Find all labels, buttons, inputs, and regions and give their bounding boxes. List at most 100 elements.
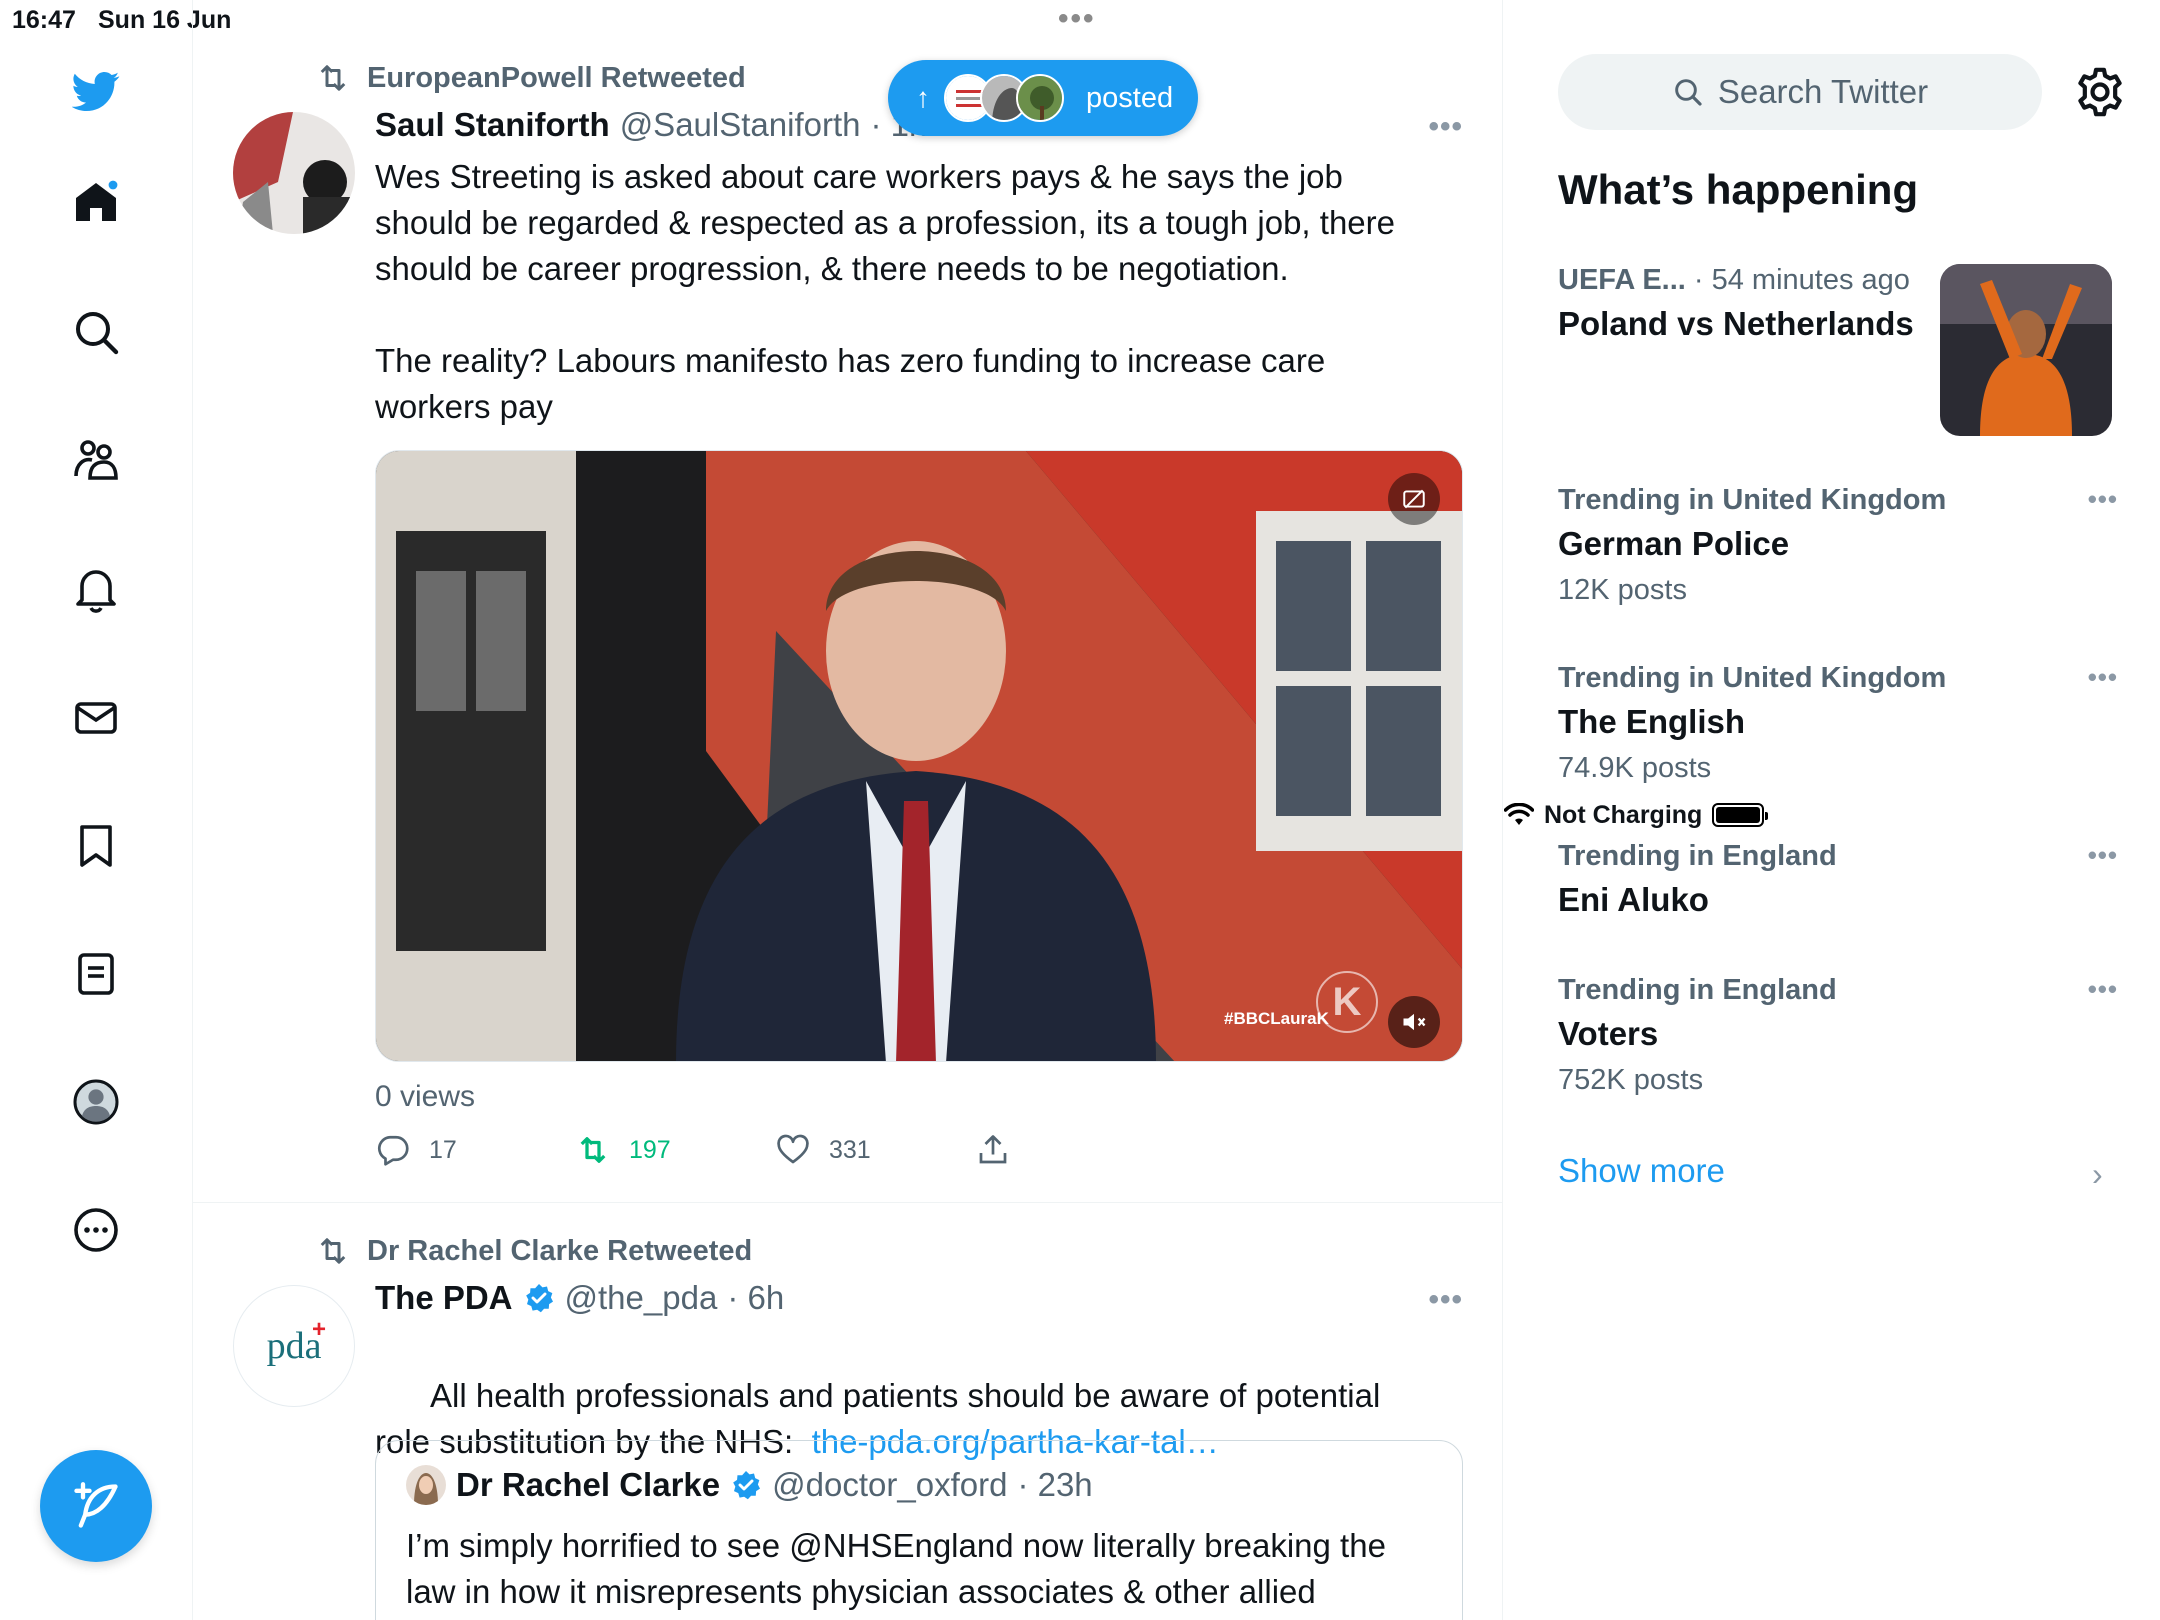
left-navigation <box>0 0 193 1620</box>
like-count: 331 <box>829 1135 871 1164</box>
tweet-more-icon[interactable]: ••• <box>1428 1283 1463 1317</box>
trend-item[interactable]: Trending in England Eni Aluko ••• <box>1558 840 2118 920</box>
new-posts-label: posted <box>1086 81 1174 114</box>
search-icon[interactable] <box>64 300 128 364</box>
trend-item-featured[interactable]: UEFA E... · 54 minutes ago Poland vs Net… <box>1558 264 1958 344</box>
right-sidebar: Search Twitter What’s happening UEFA E..… <box>1504 0 2160 1620</box>
arrow-up-icon: ↑ <box>916 82 930 113</box>
trend-count: 74.9K posts <box>1558 752 1712 784</box>
tweet-video[interactable]: #BBCLauraK K <box>375 450 1463 1062</box>
reply-button[interactable]: 17 <box>375 1132 457 1168</box>
retweeted-by-text[interactable]: EuropeanPowell Retweeted <box>367 62 746 95</box>
quoted-tweet-header: Dr Rachel Clarke @doctor_oxford · 23h <box>406 1465 1093 1505</box>
quoted-author-handle[interactable]: @doctor_oxford <box>772 1466 1007 1504</box>
trend-title: Voters <box>1558 1015 1659 1052</box>
trend-context: Trending in England <box>1558 840 1837 872</box>
mini-avatar <box>1016 74 1064 122</box>
mute-icon[interactable] <box>1388 996 1440 1048</box>
more-icon[interactable] <box>64 1198 128 1262</box>
settings-gear-icon[interactable] <box>2072 64 2128 120</box>
trend-count: 752K posts <box>1558 1064 1704 1096</box>
retweeted-by-text[interactable]: Dr Rachel Clarke Retweeted <box>367 1235 752 1268</box>
compose-tweet-button[interactable] <box>40 1450 152 1562</box>
trend-title: Eni Aluko <box>1558 881 1709 918</box>
trend-item[interactable]: Trending in United Kingdom German Police… <box>1558 484 2118 607</box>
avatar[interactable]: pda + <box>233 1285 355 1407</box>
new-posts-avatars <box>944 74 1064 122</box>
tweet-header: Saul Staniforth @SaulStaniforth · 1h <box>375 106 927 144</box>
video-watermark: #BBCLauraK <box>1224 1009 1329 1028</box>
trend-category: UEFA E... <box>1558 264 1686 296</box>
trend-context: Trending in United Kingdom <box>1558 484 1947 516</box>
heart-icon <box>777 1134 809 1164</box>
search-placeholder: Search Twitter <box>1717 73 1929 110</box>
author-handle[interactable]: @the_pda <box>565 1279 718 1317</box>
trend-count: 12K posts <box>1558 574 1687 606</box>
timeline: EuropeanPowell Retweeted Saul Staniforth… <box>193 0 1503 1620</box>
compose-feather-icon <box>74 1482 118 1528</box>
search-input[interactable]: Search Twitter <box>1558 54 2042 130</box>
retweet-count: 197 <box>629 1135 671 1164</box>
trend-more-icon[interactable]: ••• <box>2088 484 2118 515</box>
tweet[interactable]: Dr Rachel Clarke Retweeted pda + The PDA… <box>193 1203 1503 1620</box>
retweet-icon <box>320 65 346 91</box>
tweet[interactable]: EuropeanPowell Retweeted Saul Staniforth… <box>193 0 1503 1203</box>
section-title: What’s happening <box>1558 166 1919 213</box>
verified-badge-icon <box>525 1284 553 1313</box>
channel-logo: K <box>1316 971 1378 1033</box>
profile-icon[interactable] <box>64 1070 128 1134</box>
author-name[interactable]: The PDA <box>375 1279 513 1317</box>
quoted-tweet[interactable]: Dr Rachel Clarke @doctor_oxford · 23h I’… <box>375 1440 1463 1620</box>
messages-icon[interactable] <box>64 686 128 750</box>
quoted-tweet-time: · 23h <box>1017 1466 1093 1503</box>
trend-item[interactable]: Trending in England Voters 752K posts ••… <box>1558 974 2118 1097</box>
author-name[interactable]: Saul Staniforth <box>375 106 610 144</box>
twitter-bird-icon[interactable] <box>64 58 128 122</box>
trend-more-icon[interactable]: ••• <box>2088 840 2118 871</box>
share-button[interactable] <box>975 1132 1011 1168</box>
trend-title: Poland vs Netherlands <box>1558 305 1914 342</box>
notifications-icon[interactable] <box>64 558 128 622</box>
quoted-author-name[interactable]: Dr Rachel Clarke <box>456 1466 720 1504</box>
view-count: 0 views <box>375 1080 476 1113</box>
captions-icon[interactable] <box>1388 473 1440 525</box>
trend-image[interactable] <box>1940 264 2112 436</box>
lists-icon[interactable] <box>64 942 128 1006</box>
pda-logo-cross-icon: + <box>312 1316 327 1343</box>
quoted-avatar <box>406 1465 446 1505</box>
trend-more-icon[interactable]: ••• <box>2088 974 2118 1005</box>
retweet-icon <box>580 1137 606 1163</box>
trend-title: The English <box>1558 703 1746 740</box>
trend-title: German Police <box>1558 525 1790 562</box>
like-button[interactable]: 331 <box>775 1132 871 1168</box>
new-posts-pill[interactable]: ↑ posted <box>888 60 1198 136</box>
retweet-indicator: EuropeanPowell Retweeted <box>315 60 746 96</box>
tweet-actions: 17 197 331 <box>375 1132 1075 1172</box>
search-icon <box>1675 79 1702 106</box>
home-icon[interactable] <box>64 170 128 234</box>
verified-badge-icon <box>733 1471 761 1500</box>
trend-context: Trending in England <box>1558 974 1837 1006</box>
retweet-icon <box>320 1238 346 1264</box>
avatar[interactable] <box>233 112 355 234</box>
retweet-button[interactable]: 197 <box>575 1132 671 1168</box>
tweet-more-icon[interactable]: ••• <box>1428 110 1463 144</box>
author-handle[interactable]: @SaulStaniforth <box>620 106 861 144</box>
bookmarks-icon[interactable] <box>64 814 128 878</box>
trend-context: Trending in United Kingdom <box>1558 662 1947 694</box>
quoted-tweet-text: I’m simply horrified to see @NHSEngland … <box>406 1527 1386 1610</box>
video-frame <box>376 451 1462 1061</box>
trend-time: · 54 minutes ago <box>1693 264 1910 296</box>
communities-icon[interactable] <box>64 428 128 492</box>
show-more-link[interactable]: Show more <box>1558 1152 1725 1190</box>
tweet-text: Wes Streeting is asked about care worker… <box>375 158 1395 425</box>
reply-count: 17 <box>429 1135 457 1164</box>
trend-item[interactable]: Trending in United Kingdom The English 7… <box>1558 662 2118 785</box>
reply-icon <box>377 1135 409 1166</box>
tweet-time[interactable]: · 6h <box>727 1279 784 1317</box>
share-icon <box>979 1135 1007 1164</box>
trend-more-icon[interactable]: ••• <box>2088 662 2118 693</box>
retweet-indicator: Dr Rachel Clarke Retweeted <box>315 1233 752 1269</box>
chevron-right-icon[interactable]: › <box>2092 1156 2103 1193</box>
tweet-header: The PDA @the_pda · 6h <box>375 1279 784 1317</box>
